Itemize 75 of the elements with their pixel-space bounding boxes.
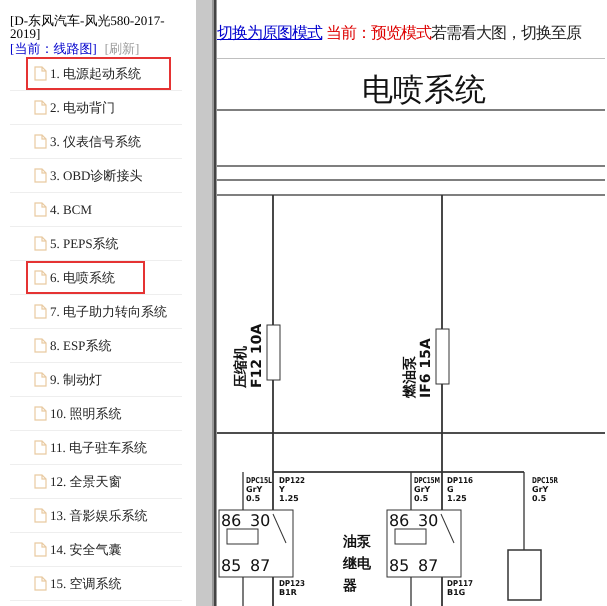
system-link[interactable]: 10. 照明系统 [34,404,122,424]
relay-coil-icon [394,528,426,544]
file-icon [34,576,47,591]
relay-pin-number: 30 [250,511,270,530]
relay-name-label: 器 [343,578,357,594]
system-link[interactable]: 2. 电动背门 [34,98,115,118]
file-icon [34,202,47,217]
wire-label: DP122 [279,476,308,485]
wire-label: Y [279,485,285,494]
wire-label: B1R [279,588,297,597]
system-link[interactable]: 5. PEPS系统 [34,234,119,254]
wire-label: GrY [246,485,262,494]
system-link[interactable]: 7. 电子助力转向系统 [34,302,167,322]
system-link[interactable]: 4. BCM [34,200,92,220]
file-icon [34,66,47,81]
file-icon [34,508,47,523]
relay-switch-icon [272,514,286,544]
fuse-rating: F12 10A [249,324,265,388]
wire-label: DP116 [447,476,476,485]
wire-label: GrY [532,485,548,494]
file-icon [34,542,47,557]
system-link[interactable]: 12. 全景天窗 [34,472,122,492]
relay-pin-number: 85 [389,556,410,575]
wire-label: DP117 [447,579,476,588]
current-view-link[interactable]: [当前：线路图] [10,41,97,57]
wire-label: 1.25 [279,494,299,503]
relay-name-label: 继电 [343,556,371,572]
relay-switch-icon [440,514,454,544]
file-icon [34,100,47,115]
wire-label: 0.5 [532,494,546,503]
current-mode-text: 当前：预览模式 [326,22,431,44]
wire-label: 0.5 [414,494,428,503]
system-link[interactable]: 3. OBD诊断接头 [34,166,142,186]
file-icon [34,474,47,489]
file-icon [34,270,47,285]
system-link[interactable]: 8. ESP系统 [34,336,112,356]
system-link[interactable]: 6. 电喷系统 [26,261,145,294]
file-icon [34,406,47,421]
wire-label: 1.25 [447,494,467,503]
system-link[interactable]: 9. 制动灯 [34,370,102,390]
wire-label: DP123 [279,579,308,588]
wire-label: 0.5 [246,494,260,503]
fuse-label: 燃油泵 [402,356,418,398]
system-link[interactable]: 13. 音影娱乐系统 [34,506,148,526]
wire-label: DPC15L [246,476,281,485]
fuse-rating: IF6 15A [418,338,434,398]
relay-pin-number: 85 [221,556,242,575]
manual-title: [D-东风汽车-风光580-2017-2019] [10,14,166,40]
wire-label: B1G [447,588,466,597]
fuse-label: 压缩机 [233,346,249,388]
file-icon [34,372,47,387]
relay-pin-number: 86 [221,511,242,530]
system-link[interactable]: 1. 电源起动系统 [26,57,171,90]
mode-hint-text: 若需看大图，切换至原 [431,22,581,44]
wire-label: DPC15R [532,476,568,485]
system-link[interactable]: 14. 安全气囊 [34,540,122,560]
system-link[interactable]: 11. 电子驻车系统 [34,438,148,458]
relay-coil-icon [226,528,258,544]
relay-pin-number: 30 [418,511,438,530]
system-link[interactable]: 15. 空调系统 [34,574,122,594]
relay-pin-number: 86 [389,511,410,530]
file-icon [34,236,47,251]
file-icon [34,168,47,183]
file-icon [34,440,47,455]
file-icon [34,338,47,353]
wire-label: GrY [414,485,430,494]
relay-pin-number: 87 [418,556,438,575]
switch-mode-link[interactable]: 切换为原图模式 [217,21,322,45]
diagram-title: 电喷系统 [362,72,486,108]
relay-pin-number: 87 [250,556,270,575]
relay-name-label: 油泵 [343,534,371,550]
file-icon [34,304,47,319]
wire-label: G [447,485,454,494]
file-icon [34,134,47,149]
system-link[interactable]: 3. 仪表信号系统 [34,132,141,152]
